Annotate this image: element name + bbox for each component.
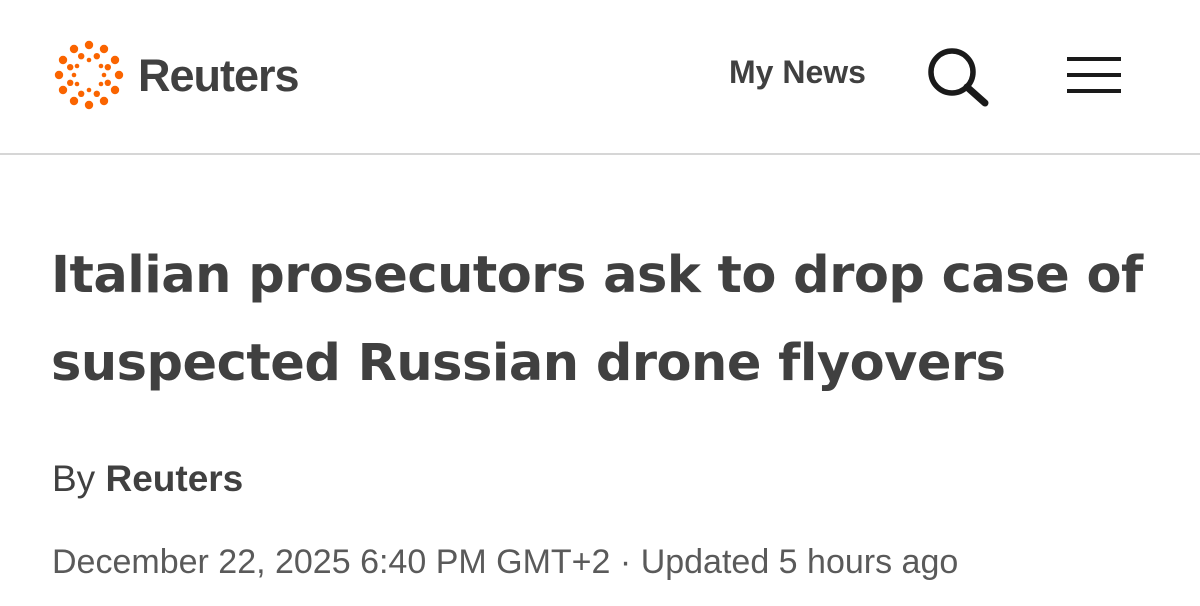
byline: By Reuters: [52, 460, 243, 497]
my-news-link[interactable]: My News: [729, 56, 866, 88]
search-button[interactable]: [925, 45, 993, 109]
article-headline: Italian prosecutors ask to drop case of …: [51, 246, 1143, 393]
site-header: Reuters My News: [0, 0, 1200, 155]
byline-prefix: By: [52, 458, 96, 499]
article-dateline: December 22, 2025 6:40 PM GMT+2 · Update…: [52, 545, 958, 579]
search-icon: [928, 48, 989, 107]
published-timestamp: December 22, 2025 6:40 PM GMT+2: [52, 543, 611, 581]
menu-button[interactable]: [1064, 52, 1124, 98]
reuters-dots-logo-icon: [54, 40, 124, 110]
dateline-separator: ·: [619, 543, 632, 581]
hamburger-menu-icon: [1067, 57, 1121, 93]
author-link[interactable]: Reuters: [105, 458, 243, 499]
updated-timestamp: Updated 5 hours ago: [640, 543, 959, 581]
reuters-logo[interactable]: Reuters: [49, 35, 300, 115]
brand-name: Reuters: [138, 49, 300, 101]
